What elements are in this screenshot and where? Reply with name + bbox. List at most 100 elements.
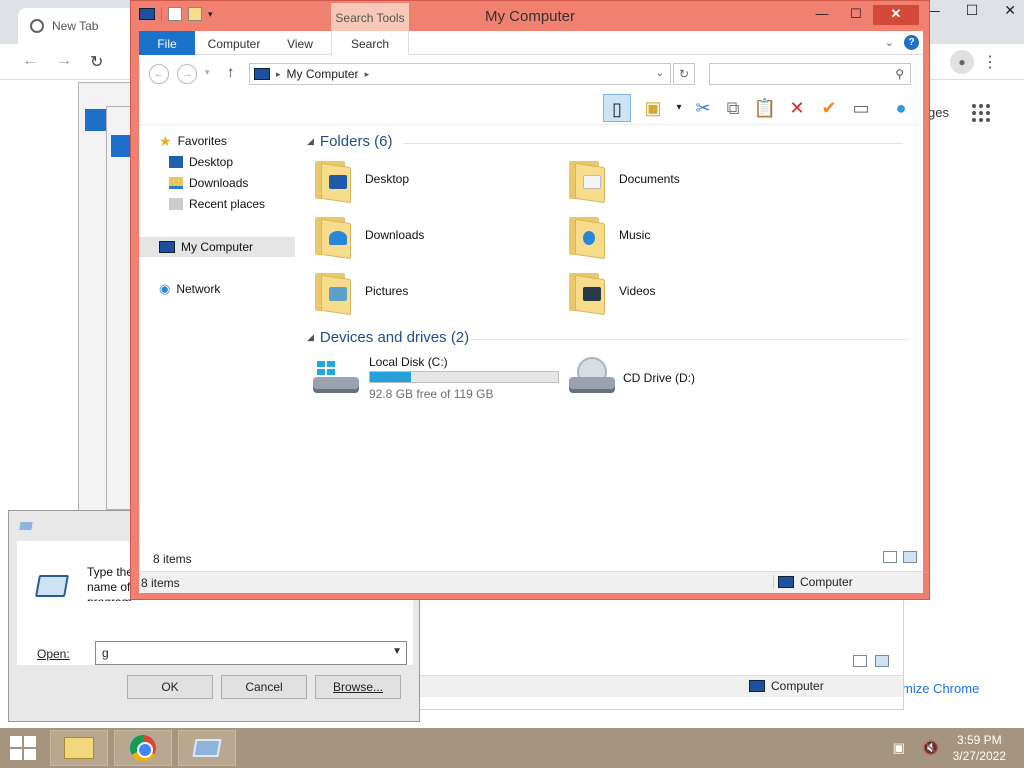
refresh-icon[interactable]: ↻ — [673, 63, 695, 85]
preview-pane-icon[interactable]: ▯ — [603, 94, 631, 122]
chrome-close-icon[interactable]: ✕ — [1004, 2, 1016, 19]
folders-group-header[interactable]: ◢ Folders (6) — [307, 133, 392, 150]
chrome-profile-icon[interactable]: ● — [950, 50, 974, 74]
computer-icon — [159, 241, 175, 253]
explorer-titlebar: ▾ Search Tools My Computer — ☐ ✕ — [131, 1, 929, 31]
chrome-window-controls: — ☐ ✕ — [926, 2, 1016, 19]
breadcrumb[interactable]: My Computer — [287, 67, 359, 81]
cut-icon[interactable]: ✂ — [689, 94, 717, 122]
nav-item-desktop[interactable]: Desktop — [169, 152, 233, 172]
details-view-icon[interactable] — [883, 551, 897, 563]
large-icons-view-icon[interactable] — [903, 551, 917, 563]
search-input[interactable]: ⚲ — [709, 63, 911, 85]
ribbon-controls: ⌄ ? — [885, 35, 919, 50]
content-pane: ◢ Folders (6) Desktop Documents Download… — [303, 127, 917, 547]
downloads-icon — [169, 177, 183, 189]
nav-item-recent-places[interactable]: Recent places — [169, 194, 265, 214]
folder-pictures[interactable]: Pictures — [315, 269, 409, 316]
item-count: 8 items — [153, 552, 192, 566]
breadcrumb-separator-icon[interactable]: ▸ — [276, 69, 281, 80]
drive-label: Local Disk (C:) — [369, 355, 448, 369]
status-items: 8 items — [141, 576, 180, 590]
copy-icon[interactable]: ⧉ — [719, 94, 747, 122]
folder-label: Desktop — [365, 172, 410, 186]
chrome-reload-icon[interactable]: ↻ — [90, 52, 103, 72]
details-view-icon[interactable] — [853, 655, 867, 667]
nav-item-network[interactable]: ◉ Network — [159, 279, 220, 299]
network-globe-icon[interactable]: ● — [887, 94, 915, 122]
chevron-down-icon[interactable]: ▼ — [392, 646, 402, 657]
ok-button[interactable]: OK — [127, 675, 213, 699]
ribbon-tabs: File Computer View Search ⌄ ? — [139, 31, 923, 55]
group-title: Devices and drives (2) — [319, 329, 470, 346]
cancel-button[interactable]: Cancel — [221, 675, 307, 699]
clock[interactable]: 3:59 PM 3/27/2022 — [953, 732, 1006, 764]
explorer-body: File Computer View Search ⌄ ? ← → ▾ ↑ ▸ … — [139, 31, 923, 593]
chrome-images-link[interactable]: ges — [928, 105, 949, 120]
breadcrumb-chevron-icon[interactable]: ▸ — [365, 69, 370, 80]
nav-label: Recent places — [189, 197, 266, 211]
nav-label: Network — [176, 282, 221, 296]
collapse-icon[interactable]: ◢ — [307, 332, 314, 343]
tab-search[interactable]: Search — [331, 31, 409, 55]
drives-group-header[interactable]: ◢ Devices and drives (2) — [307, 329, 469, 346]
search-icon[interactable]: ⚲ — [895, 67, 904, 81]
nav-label: Favorites — [177, 134, 227, 148]
folder-videos[interactable]: Videos — [569, 269, 655, 316]
collapse-icon[interactable]: ◢ — [307, 136, 314, 147]
folder-music[interactable]: Music — [569, 213, 650, 260]
background-view-icons — [853, 655, 889, 667]
chrome-tab-new-tab[interactable]: New Tab — [18, 8, 138, 44]
taskbar-chrome[interactable] — [114, 730, 172, 766]
volume-muted-icon[interactable]: 🔇 — [923, 741, 939, 755]
select-folder-icon[interactable]: ▣ — [639, 94, 667, 122]
forward-icon[interactable]: → — [177, 64, 197, 84]
delete-icon[interactable]: ✕ — [783, 94, 811, 122]
nav-item-favorites[interactable]: ★ Favorites — [159, 131, 227, 151]
chrome-menu-icon[interactable]: ⋮ — [982, 52, 998, 72]
ribbon-collapse-icon[interactable]: ⌄ — [885, 36, 894, 49]
folder-downloads[interactable]: Downloads — [315, 213, 424, 260]
help-icon[interactable]: ? — [904, 35, 919, 50]
up-icon[interactable]: ↑ — [227, 64, 235, 81]
drive-local-disk-c[interactable]: Local Disk (C:) 92.8 GB free of 119 GB — [313, 353, 563, 401]
tab-file[interactable]: File — [139, 31, 195, 55]
paste-icon[interactable]: 📋 — [751, 94, 779, 122]
browse-button[interactable]: Browse... — [315, 675, 401, 699]
chrome-apps-icon[interactable] — [972, 104, 990, 122]
chrome-maximize-icon[interactable]: ☐ — [966, 2, 979, 19]
network-icon: ◉ — [159, 281, 171, 296]
run-program-icon — [35, 575, 69, 597]
back-icon[interactable]: ← — [149, 64, 169, 84]
nav-label: Downloads — [189, 176, 249, 190]
network-status-icon[interactable]: ▣ — [893, 741, 909, 755]
nav-item-my-computer[interactable]: My Computer — [139, 237, 295, 257]
chrome-back-icon[interactable]: ← — [22, 52, 38, 72]
run-open-value: g — [102, 646, 109, 660]
tab-computer[interactable]: Computer — [199, 31, 269, 55]
maximize-icon[interactable]: ☐ — [839, 5, 873, 25]
address-bar[interactable]: ▸ My Computer ▸ ⌄ — [249, 63, 671, 85]
recent-locations-icon[interactable]: ▾ — [205, 67, 210, 78]
drive-cd-d[interactable]: CD Drive (D:) — [569, 353, 769, 401]
rename-icon[interactable]: ▭ — [847, 94, 875, 122]
check-icon[interactable]: ✔ — [815, 94, 843, 122]
star-icon: ★ — [159, 132, 172, 149]
chrome-forward-icon[interactable]: → — [56, 52, 72, 72]
minimize-icon[interactable]: — — [805, 5, 839, 25]
large-icons-view-icon[interactable] — [875, 655, 889, 667]
view-switcher — [883, 551, 917, 563]
nav-item-downloads[interactable]: Downloads — [169, 173, 248, 193]
run-open-input[interactable]: g ▼ — [95, 641, 407, 665]
folder-label: Pictures — [365, 284, 409, 298]
taskbar-run[interactable] — [178, 730, 236, 766]
folder-desktop[interactable]: Desktop — [315, 157, 410, 204]
address-dropdown-icon[interactable]: ⌄ — [656, 68, 664, 79]
close-icon[interactable]: ✕ — [873, 5, 919, 25]
tab-view[interactable]: View — [275, 31, 325, 55]
computer-icon — [749, 680, 765, 692]
start-button[interactable] — [10, 736, 38, 760]
background-status-location-label: Computer — [771, 679, 824, 693]
folder-documents[interactable]: Documents — [569, 157, 680, 204]
taskbar-explorer[interactable] — [50, 730, 108, 766]
